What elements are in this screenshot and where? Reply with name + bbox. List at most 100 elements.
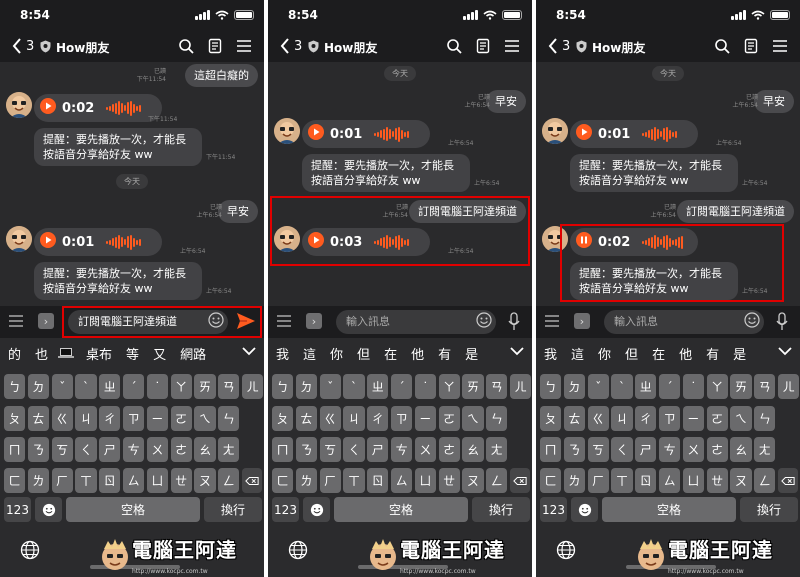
key-zhuyin[interactable]: ㄢ (486, 374, 508, 399)
menu-icon[interactable] (772, 38, 788, 54)
key-zhuyin[interactable]: ㄋ (295, 437, 317, 462)
voice-message[interactable]: 0:01 (570, 120, 698, 148)
incoming-message[interactable]: 提醒：要先播放一次，才能長按語音分享給好友 ww (302, 154, 470, 192)
key-zhuyin[interactable]: ㄛ (170, 406, 192, 431)
key-zhuyin[interactable]: ㄚ (438, 374, 460, 399)
suggestion-word[interactable]: 他 (411, 344, 424, 363)
key-zhuyin[interactable]: ㄝ (706, 468, 728, 493)
key-zhuyin[interactable]: ㄦ (242, 374, 264, 399)
suggestion-word[interactable]: 這 (303, 344, 316, 363)
key-zhuyin[interactable]: ㄅ (272, 374, 294, 399)
key-zhuyin[interactable]: ˊ (391, 374, 413, 399)
key-zhuyin[interactable]: ㄥ (486, 468, 508, 493)
backspace-key[interactable] (242, 468, 262, 493)
outgoing-message[interactable]: 早安 (218, 200, 258, 223)
backspace-key[interactable] (778, 468, 798, 493)
more-menu-icon[interactable] (8, 314, 24, 328)
key-zhuyin[interactable]: ㄣ (754, 406, 776, 431)
key-zhuyin[interactable]: ㄓ (99, 374, 121, 399)
voice-message[interactable]: 0:02 (34, 94, 162, 122)
key-zhuyin[interactable]: ㄞ (730, 374, 752, 399)
key-zhuyin[interactable]: ㄥ (218, 468, 240, 493)
key-zhuyin[interactable]: ㄏ (319, 468, 341, 493)
backspace-key[interactable] (510, 468, 530, 493)
key-zhuyin[interactable]: ㄒ (611, 468, 633, 493)
menu-icon[interactable] (504, 38, 520, 54)
key-zhuyin[interactable]: ㄎ (51, 437, 73, 462)
space-key[interactable]: 空格 (334, 497, 468, 522)
back-button[interactable]: 3 (280, 38, 302, 54)
play-button[interactable] (308, 124, 324, 144)
number-key[interactable]: 123 (4, 497, 31, 522)
key-zhuyin[interactable]: ㄨ (146, 437, 168, 462)
key-zhuyin[interactable]: ㄩ (682, 468, 704, 493)
suggestion-word[interactable]: 又 (153, 344, 166, 363)
microphone-icon[interactable] (508, 312, 520, 332)
key-zhuyin[interactable]: ˇ (587, 374, 609, 399)
key-zhuyin[interactable]: ㄣ (218, 406, 240, 431)
key-zhuyin[interactable]: ㄎ (587, 437, 609, 462)
key-zhuyin[interactable]: ㄏ (587, 468, 609, 493)
key-zhuyin[interactable]: ㄌ (295, 468, 317, 493)
menu-icon[interactable] (236, 38, 252, 54)
key-zhuyin[interactable]: ㄋ (27, 437, 49, 462)
key-zhuyin[interactable]: ㄓ (367, 374, 389, 399)
key-zhuyin[interactable]: ㄛ (438, 406, 460, 431)
outgoing-message[interactable]: 早安 (754, 90, 794, 113)
contact-avatar[interactable] (6, 226, 32, 252)
search-icon[interactable] (446, 38, 462, 54)
message-input[interactable]: 輸入訊息 (604, 310, 764, 334)
key-zhuyin[interactable]: ㄌ (563, 468, 585, 493)
key-zhuyin[interactable]: ㄛ (706, 406, 728, 431)
play-button[interactable] (576, 124, 592, 144)
globe-icon[interactable] (288, 540, 308, 560)
key-zhuyin[interactable]: ㄉ (563, 374, 585, 399)
key-zhuyin[interactable]: ㄠ (462, 437, 484, 462)
outgoing-message[interactable]: 早安 (486, 90, 526, 113)
suggestion-word[interactable]: 是 (465, 344, 478, 363)
key-zhuyin[interactable]: ㄙ (659, 468, 681, 493)
chat-area[interactable]: 今天 早安 已讀 上午6:54 0:01 上午6:54 提醒：要先播放一次，才能長… (268, 62, 532, 306)
key-zhuyin[interactable]: ㄘ (659, 437, 681, 462)
voice-message[interactable]: 0:01 (34, 228, 162, 256)
suggestion-word[interactable]: 在 (652, 344, 665, 363)
key-zhuyin[interactable]: ㄓ (635, 374, 657, 399)
key-zhuyin[interactable]: ㄍ (319, 406, 341, 431)
key-zhuyin[interactable]: ㄖ (635, 468, 657, 493)
space-key[interactable]: 空格 (602, 497, 736, 522)
key-zhuyin[interactable]: ㄔ (99, 406, 121, 431)
voice-message[interactable]: 0:01 (302, 120, 430, 148)
contact-avatar[interactable] (6, 92, 32, 118)
search-icon[interactable] (178, 38, 194, 54)
incoming-message[interactable]: 提醒：要先播放一次，才能長按語音分享給好友 ww (34, 262, 202, 300)
key-zhuyin[interactable]: ㄡ (194, 468, 216, 493)
key-zhuyin[interactable]: ㄒ (343, 468, 365, 493)
key-zhuyin[interactable]: ˙ (146, 374, 168, 399)
key-zhuyin[interactable]: ㄎ (319, 437, 341, 462)
key-zhuyin[interactable]: ㄦ (778, 374, 800, 399)
key-zhuyin[interactable]: ˙ (414, 374, 436, 399)
key-zhuyin[interactable]: ˇ (51, 374, 73, 399)
emoji-icon[interactable] (744, 312, 760, 328)
suggestion-word[interactable]: 你 (598, 344, 611, 363)
suggestion-word[interactable]: 有 (706, 344, 719, 363)
key-zhuyin[interactable]: ˙ (682, 374, 704, 399)
key-zhuyin[interactable]: ˊ (123, 374, 145, 399)
notes-icon[interactable] (475, 38, 491, 54)
key-zhuyin[interactable]: ㄐ (611, 406, 633, 431)
key-zhuyin[interactable]: ㄧ (682, 406, 704, 431)
key-zhuyin[interactable]: ㄅ (540, 374, 562, 399)
key-zhuyin[interactable]: ㄊ (295, 406, 317, 431)
emoji-key[interactable] (303, 497, 330, 522)
key-zhuyin[interactable]: ㄝ (170, 468, 192, 493)
key-zhuyin[interactable]: ㄆ (4, 406, 26, 431)
suggestion-word[interactable]: 也 (35, 344, 48, 363)
key-zhuyin[interactable]: ㄔ (635, 406, 657, 431)
suggestion-word[interactable]: 我 (544, 344, 557, 363)
key-zhuyin[interactable]: ㄙ (391, 468, 413, 493)
suggestion-word[interactable]: 我 (276, 344, 289, 363)
key-zhuyin[interactable]: ㄊ (563, 406, 585, 431)
return-key[interactable]: 換行 (740, 497, 798, 522)
key-zhuyin[interactable]: ㄍ (51, 406, 73, 431)
key-zhuyin[interactable]: ㄤ (754, 437, 776, 462)
